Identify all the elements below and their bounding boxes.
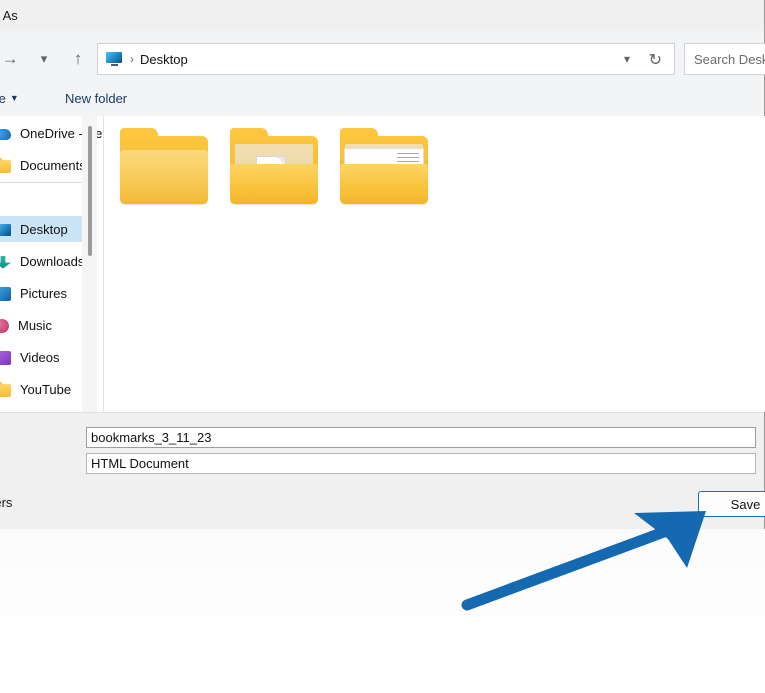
dialog-title: ve As [0,8,18,23]
sidebar-item-videos[interactable]: Videos 📌 [0,344,96,370]
sidebar-item-youtube[interactable]: YouTube [0,376,92,402]
youtube-folder-icon [0,381,11,397]
new-folder-button[interactable]: New folder [65,91,127,106]
list-item[interactable] [336,128,432,214]
dialog-body: OneDrive - Pers Documents Desktop 📌 Down… [0,116,765,412]
sidebar-divider [0,182,90,183]
sidebar-item-label: Desktop [20,221,68,237]
breadcrumb-separator-icon: › [130,52,134,66]
sidebar-scrollbar-thumb[interactable] [88,126,92,256]
recent-locations-chevron-down-icon[interactable]: ▾ [30,45,58,73]
pictures-image-icon [0,286,11,301]
music-note-icon [0,318,9,333]
documents-folder-icon [0,157,11,173]
list-item[interactable] [116,128,212,214]
save-as-type-dropdown[interactable]: HTML Document [86,453,756,474]
organize-label: nize [0,91,6,106]
search-input[interactable]: Search Deskt [684,43,765,75]
sidebar-item-label: YouTube [20,381,72,397]
sidebar-item-music[interactable]: Music 📌 [0,312,96,338]
sidebar-item-desktop[interactable]: Desktop 📌 [0,216,96,242]
desktop-monitor-icon [0,224,11,236]
save-as-dialog: ve As → ▾ ↑ › Desktop ▾ ↻ Search Deskt n… [0,0,765,529]
sidebar-item-label: Downloads [20,253,85,269]
sidebar-item-label: Documents [20,157,86,173]
sidebar-item-onedrive[interactable]: OneDrive - Pers [0,120,104,146]
chevron-down-icon: ▼ [9,93,19,103]
breadcrumb-path[interactable]: Desktop [140,52,188,67]
sidebar-item-label: Videos [20,349,60,365]
command-toolbar: nize▼ New folder [0,85,764,117]
forward-arrow-icon[interactable]: → [0,45,24,73]
desktop-monitor-icon [106,52,123,66]
address-bar[interactable]: › Desktop ▾ ↻ [97,43,675,75]
sidebar-item-downloads[interactable]: Downloads 📌 [0,248,96,274]
sidebar-item-documents[interactable]: Documents [0,152,92,178]
onedrive-cloud-icon [0,129,11,140]
list-item[interactable]: X [226,128,322,214]
address-chevron-down-icon[interactable]: ▾ [624,52,630,66]
search-placeholder-text: Search Deskt [694,51,765,67]
sidebar-item-label: Music [18,317,52,333]
file-name-field[interactable]: bookmarks_3_11_23 [86,427,756,448]
hide-folders-button[interactable]: de Folders [0,495,12,510]
save-form-area: File name: bookmarks_3_11_23 Save as typ… [0,412,765,529]
up-arrow-icon[interactable]: ↑ [64,45,92,73]
organize-button[interactable]: nize▼ [0,91,19,106]
sidebar-item-label: Pictures [20,285,67,301]
videos-film-icon [0,350,11,365]
dialog-titlebar: ve As [0,0,764,32]
downloads-arrow-icon [0,255,11,269]
save-button[interactable]: Save [698,491,765,517]
navigation-pane: OneDrive - Pers Documents Desktop 📌 Down… [0,116,104,412]
file-list-pane[interactable]: X [104,116,765,412]
sidebar-item-pictures[interactable]: Pictures 📌 [0,280,96,306]
refresh-icon[interactable]: ↻ [649,50,662,70]
navigation-bar: → ▾ ↑ › Desktop ▾ ↻ Search Deskt [0,31,765,85]
